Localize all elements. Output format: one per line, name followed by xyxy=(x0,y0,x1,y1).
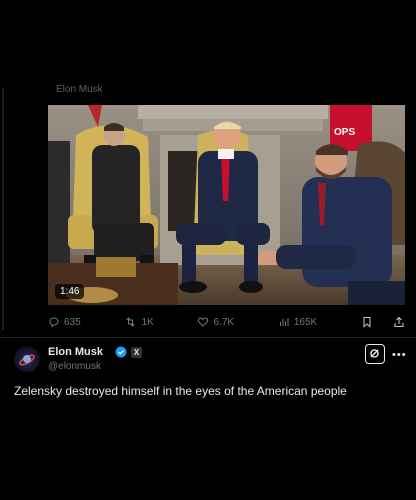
author-handle[interactable]: @elonmusk xyxy=(48,361,101,372)
like-count: 6.7K xyxy=(213,316,235,328)
post-text: Zelensky destroyed himself in the eyes o… xyxy=(14,384,347,398)
repost-button[interactable]: 1K xyxy=(124,316,154,328)
reply-count: 635 xyxy=(64,316,81,328)
bookmark-and-share xyxy=(361,316,405,328)
divider xyxy=(0,337,416,338)
reply-button[interactable]: 635 xyxy=(48,316,81,328)
repost-icon xyxy=(126,317,136,327)
post-header: Elon Musk X @elonmusk ••• xyxy=(14,344,406,374)
quoted-post-username: Elon Musk xyxy=(56,84,103,95)
x-badge-icon: X xyxy=(131,347,142,358)
avatar-image xyxy=(19,354,35,366)
flag-text: OPS xyxy=(334,127,355,138)
engagement-bar: 635 1K 6.7K 165K xyxy=(48,313,405,331)
video-player[interactable]: OPS xyxy=(48,105,405,305)
video-thumbnail: OPS xyxy=(48,105,405,305)
share-icon[interactable] xyxy=(393,316,405,328)
views-button[interactable]: 165K xyxy=(278,316,317,328)
grok-button[interactable] xyxy=(365,344,385,364)
verified-icon xyxy=(115,346,127,358)
repost-count: 1K xyxy=(141,316,154,328)
avatar[interactable] xyxy=(14,346,40,372)
views-icon xyxy=(279,318,289,326)
video-duration-badge: 1:46 xyxy=(55,284,85,299)
more-icon[interactable]: ••• xyxy=(392,349,407,361)
bookmark-icon[interactable] xyxy=(361,316,373,328)
like-icon xyxy=(198,317,209,327)
views-count: 165K xyxy=(293,316,318,328)
grok-icon xyxy=(370,349,379,358)
thread-line xyxy=(2,88,4,330)
reply-icon xyxy=(49,317,59,328)
like-button[interactable]: 6.7K xyxy=(197,316,234,328)
author-name[interactable]: Elon Musk xyxy=(48,346,103,358)
